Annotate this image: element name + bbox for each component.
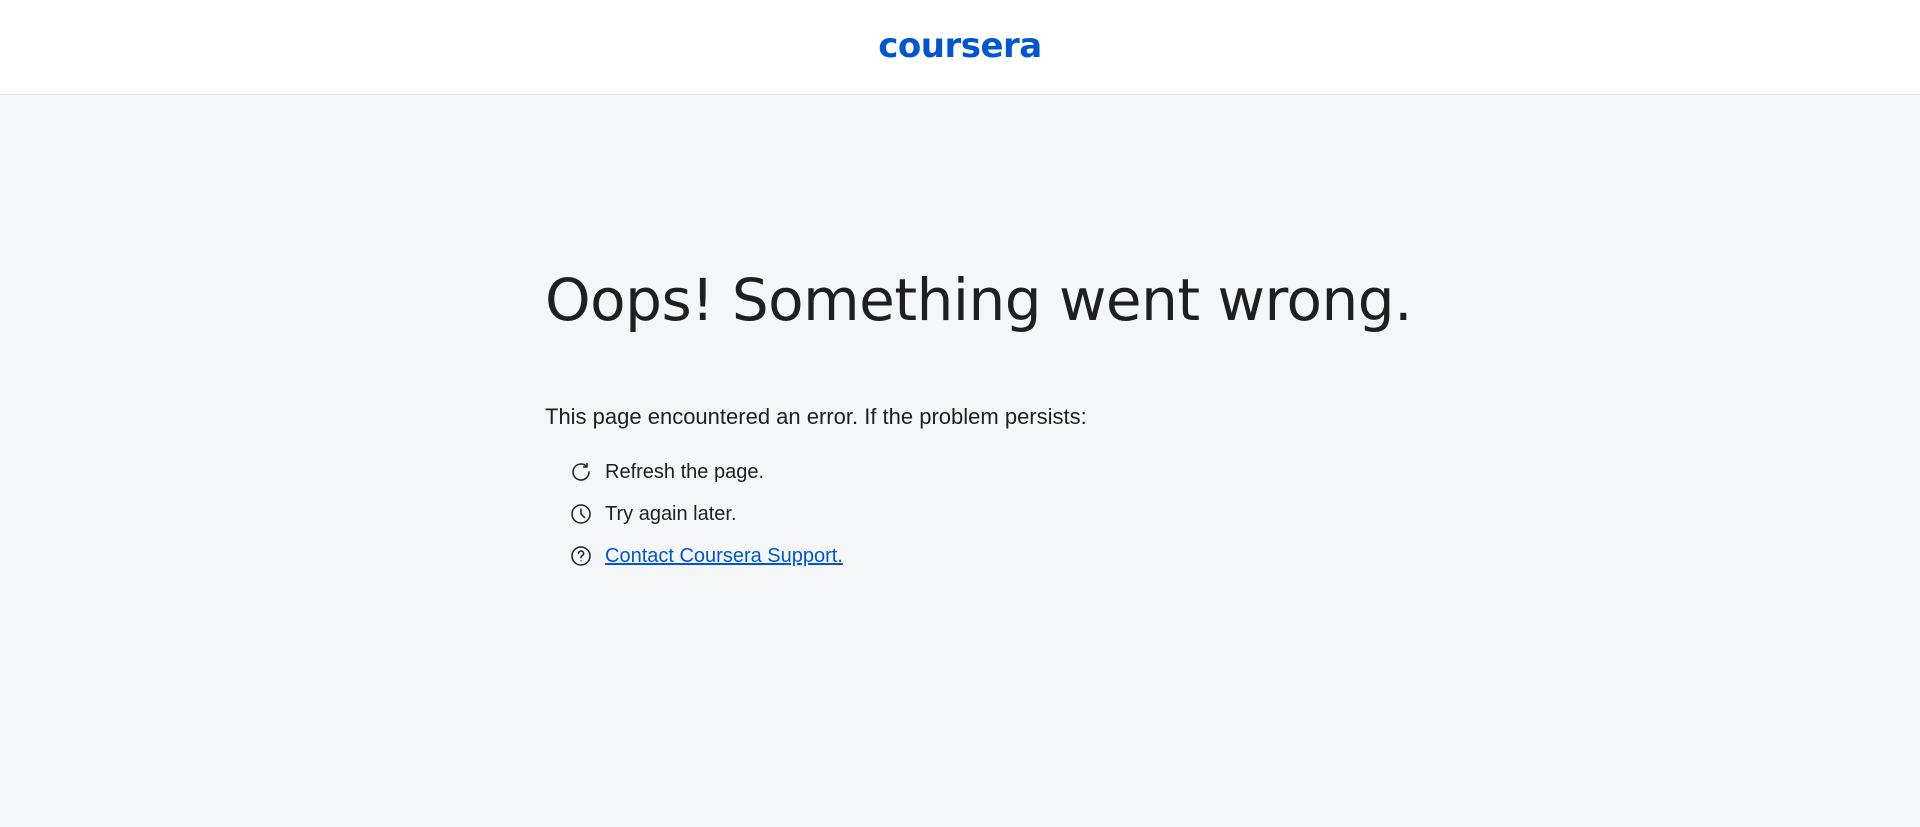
clock-icon [569, 502, 593, 526]
list-item-refresh: Refresh the page. [569, 451, 843, 493]
list-item-try-later: Try again later. [569, 493, 843, 535]
refresh-label: Refresh the page. [605, 460, 764, 483]
site-header: coursera [0, 0, 1920, 95]
troubleshooting-list: Refresh the page. Try again later. Conta… [569, 451, 843, 577]
refresh-icon [569, 460, 593, 484]
help-circle-icon [569, 544, 593, 568]
error-content: Oops! Something went wrong. This page en… [545, 262, 1445, 567]
contact-support-link[interactable]: Contact Coursera Support. [605, 545, 843, 568]
error-title: Oops! Something went wrong. [545, 266, 1413, 334]
try-later-label: Try again later. [605, 502, 737, 525]
error-intro: This page encountered an error. If the p… [545, 404, 1087, 429]
list-item-support: Contact Coursera Support. [569, 535, 843, 577]
coursera-logo[interactable]: coursera [878, 29, 1042, 63]
